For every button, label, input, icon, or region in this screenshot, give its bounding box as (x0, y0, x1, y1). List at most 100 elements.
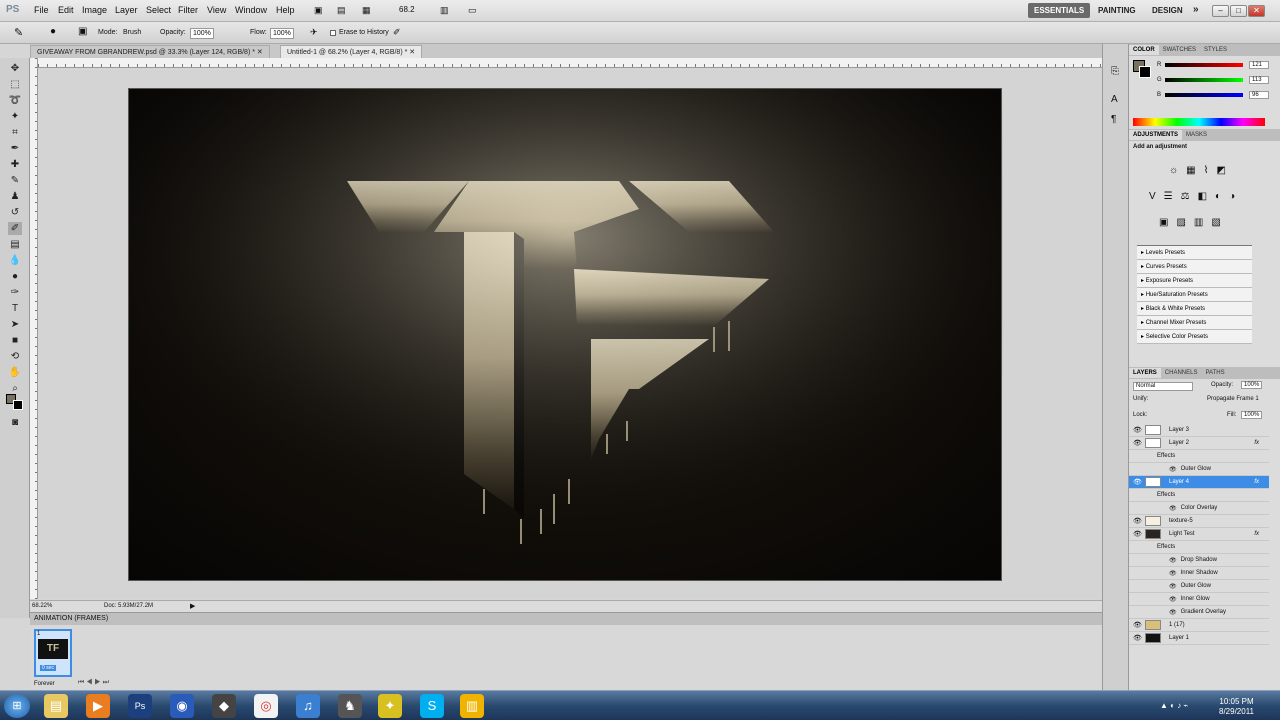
itunes-icon[interactable]: ♫ (296, 694, 320, 718)
brush-tool-icon[interactable]: ✎ (8, 174, 22, 187)
layer-effects-row[interactable]: Effects (1129, 489, 1269, 502)
blue-value[interactable]: 96 (1249, 90, 1269, 99)
tab-color[interactable]: COLOR (1129, 45, 1159, 55)
eye-icon[interactable]: 👁 (1133, 621, 1142, 629)
blur-tool-icon[interactable]: 💧 (8, 254, 22, 267)
preset-hue-saturation[interactable]: ▸ Hue/Saturation Presets (1137, 288, 1252, 302)
eraser-tool-icon[interactable]: ✎ (14, 26, 23, 39)
menu-window[interactable]: Window (235, 5, 267, 15)
mode-select[interactable]: Brush (123, 29, 141, 36)
layer-row[interactable]: 👁 1 (17) (1129, 619, 1269, 632)
aim-icon[interactable]: ✦ (378, 694, 402, 718)
preset-levels[interactable]: ▸ Levels Presets (1137, 246, 1252, 260)
layer-opacity-input[interactable]: 100% (1241, 381, 1263, 389)
airbrush-icon[interactable]: ✈ (310, 27, 318, 38)
blue-slider[interactable] (1165, 92, 1243, 97)
menu-image[interactable]: Image (82, 5, 107, 15)
hand-tool-icon[interactable]: ✋ (8, 366, 22, 379)
bridge-icon[interactable]: ▣ (314, 5, 323, 16)
folder-icon[interactable]: ▥ (460, 694, 484, 718)
healing-brush-tool-icon[interactable]: ✚ (8, 158, 22, 171)
effect-eye-icon[interactable]: 👁 (1169, 583, 1177, 590)
red-slider[interactable] (1165, 62, 1243, 67)
layer-row[interactable]: 👁 texture-5 (1129, 515, 1269, 528)
layer-row[interactable]: 👁 Light Test fx (1129, 528, 1269, 541)
explorer-icon[interactable]: ▤ (44, 694, 68, 718)
layer-row[interactable]: 👁 Layer 4 fx (1129, 476, 1269, 489)
preset-curves[interactable]: ▸ Curves Presets (1137, 260, 1252, 274)
layer-row[interactable]: 👁 Layer 3 (1129, 424, 1269, 437)
tab-giveaway[interactable]: GIVEAWAY FROM GBRANDREW.psd @ 33.3% (Lay… (30, 45, 270, 58)
layer-effect-row[interactable]: 👁 Outer Glow (1129, 580, 1269, 593)
tab-untitled[interactable]: Untitled-1 @ 68.2% (Layer 4, RGB/8) * ✕ (280, 45, 423, 58)
effect-eye-icon[interactable]: 👁 (1169, 505, 1177, 512)
eye-icon[interactable]: 👁 (1133, 634, 1142, 642)
path-select-tool-icon[interactable]: ➤ (8, 318, 22, 331)
effect-eye-icon[interactable]: 👁 (1169, 609, 1177, 616)
propagate-frame-checkbox[interactable]: Propagate Frame 1 (1207, 396, 1259, 402)
eye-icon[interactable]: 👁 (1133, 530, 1142, 538)
system-tray-icons[interactable]: ▲ ◐ ♪ ⌁ (1160, 701, 1188, 710)
character-icon[interactable]: A (1111, 94, 1118, 105)
frame-delay[interactable]: 0 sec (40, 665, 56, 671)
layer-effect-row[interactable]: 👁 Inner Shadow (1129, 567, 1269, 580)
green-slider[interactable] (1165, 77, 1243, 82)
red-value[interactable]: 121 (1249, 60, 1269, 69)
start-button[interactable]: ⊞ (4, 694, 30, 718)
blend-mode-select[interactable]: Normal (1133, 382, 1193, 391)
skype-icon[interactable]: S (420, 694, 444, 718)
fx-badge[interactable]: fx (1254, 479, 1259, 485)
fx-badge[interactable]: fx (1254, 531, 1259, 537)
lasso-tool-icon[interactable]: ➰ (8, 94, 22, 107)
menu-view[interactable]: View (207, 5, 226, 15)
mini-bridge-icon[interactable]: ▤ (337, 5, 346, 16)
maximize-button[interactable]: □ (1230, 5, 1247, 17)
adjustment-icons-row-3[interactable]: ▣▨▥▧ (1159, 217, 1229, 228)
photoshop-taskbar-icon[interactable]: Ps (128, 694, 152, 718)
workspace-more[interactable]: » (1187, 1, 1205, 16)
layer-row[interactable]: 👁 Layer 2 fx (1129, 437, 1269, 450)
layer-effect-row[interactable]: 👁 Outer Glow (1129, 463, 1269, 476)
fx-badge[interactable]: fx (1254, 440, 1259, 446)
arrange-documents-icon[interactable]: ▥ (440, 5, 449, 16)
color-spectrum-ramp[interactable] (1133, 118, 1265, 126)
type-tool-icon[interactable]: T (8, 302, 22, 315)
preset-channel-mixer[interactable]: ▸ Channel Mixer Presets (1137, 316, 1252, 330)
move-tool-icon[interactable]: ✥ (8, 62, 22, 75)
green-value[interactable]: 113 (1249, 75, 1269, 84)
close-icon[interactable]: ✕ (257, 49, 263, 56)
effect-eye-icon[interactable]: 👁 (1169, 557, 1177, 564)
document-canvas[interactable] (128, 88, 1003, 582)
layer-effects-row[interactable]: Effects (1129, 541, 1269, 554)
menu-select[interactable]: Select (146, 5, 171, 15)
brush-preset-picker[interactable]: ● (50, 26, 56, 37)
playback-controls-icon[interactable]: ⏮ ◀ ▶ ⏭ (78, 679, 109, 687)
tab-styles[interactable]: STYLES (1200, 45, 1231, 55)
layer-effect-row[interactable]: 👁 Gradient Overlay (1129, 606, 1269, 619)
tablet-pressure-icon[interactable]: ✐ (393, 27, 401, 38)
media-player-icon[interactable]: ▶ (86, 694, 110, 718)
tab-paths[interactable]: PATHS (1201, 368, 1228, 378)
minimize-button[interactable]: – (1212, 5, 1229, 17)
chrome-icon[interactable]: ◎ (254, 694, 278, 718)
eye-icon[interactable]: 👁 (1133, 478, 1142, 486)
animation-frame-1[interactable]: 1 TF 0 sec (34, 629, 72, 677)
zoom-level-select[interactable]: 68.2 (399, 5, 415, 14)
tab-channels[interactable]: CHANNELS (1161, 368, 1202, 378)
preset-black-white[interactable]: ▸ Black & White Presets (1137, 302, 1252, 316)
tab-layers[interactable]: LAYERS (1129, 368, 1161, 378)
layer-effect-row[interactable]: 👁 Inner Glow (1129, 593, 1269, 606)
opacity-input[interactable]: 100% (190, 28, 214, 39)
eyedropper-tool-icon[interactable]: ✒ (8, 142, 22, 155)
background-color-swatch[interactable] (13, 400, 23, 410)
erase-history-checkbox[interactable] (330, 30, 336, 36)
eye-icon[interactable]: 👁 (1133, 517, 1142, 525)
3d-rotate-tool-icon[interactable]: ⟲ (8, 350, 22, 363)
quick-mask-icon[interactable]: ◙ (8, 416, 22, 429)
brush-panel-icon[interactable]: ▣ (78, 26, 87, 37)
system-clock[interactable]: 10:05 PM 8/29/2011 (1219, 697, 1254, 717)
effect-eye-icon[interactable]: 👁 (1169, 596, 1177, 603)
status-zoom[interactable]: 68.22% (32, 603, 52, 609)
workspace-design[interactable]: DESIGN (1146, 3, 1189, 18)
loop-select[interactable]: Forever (34, 681, 55, 687)
